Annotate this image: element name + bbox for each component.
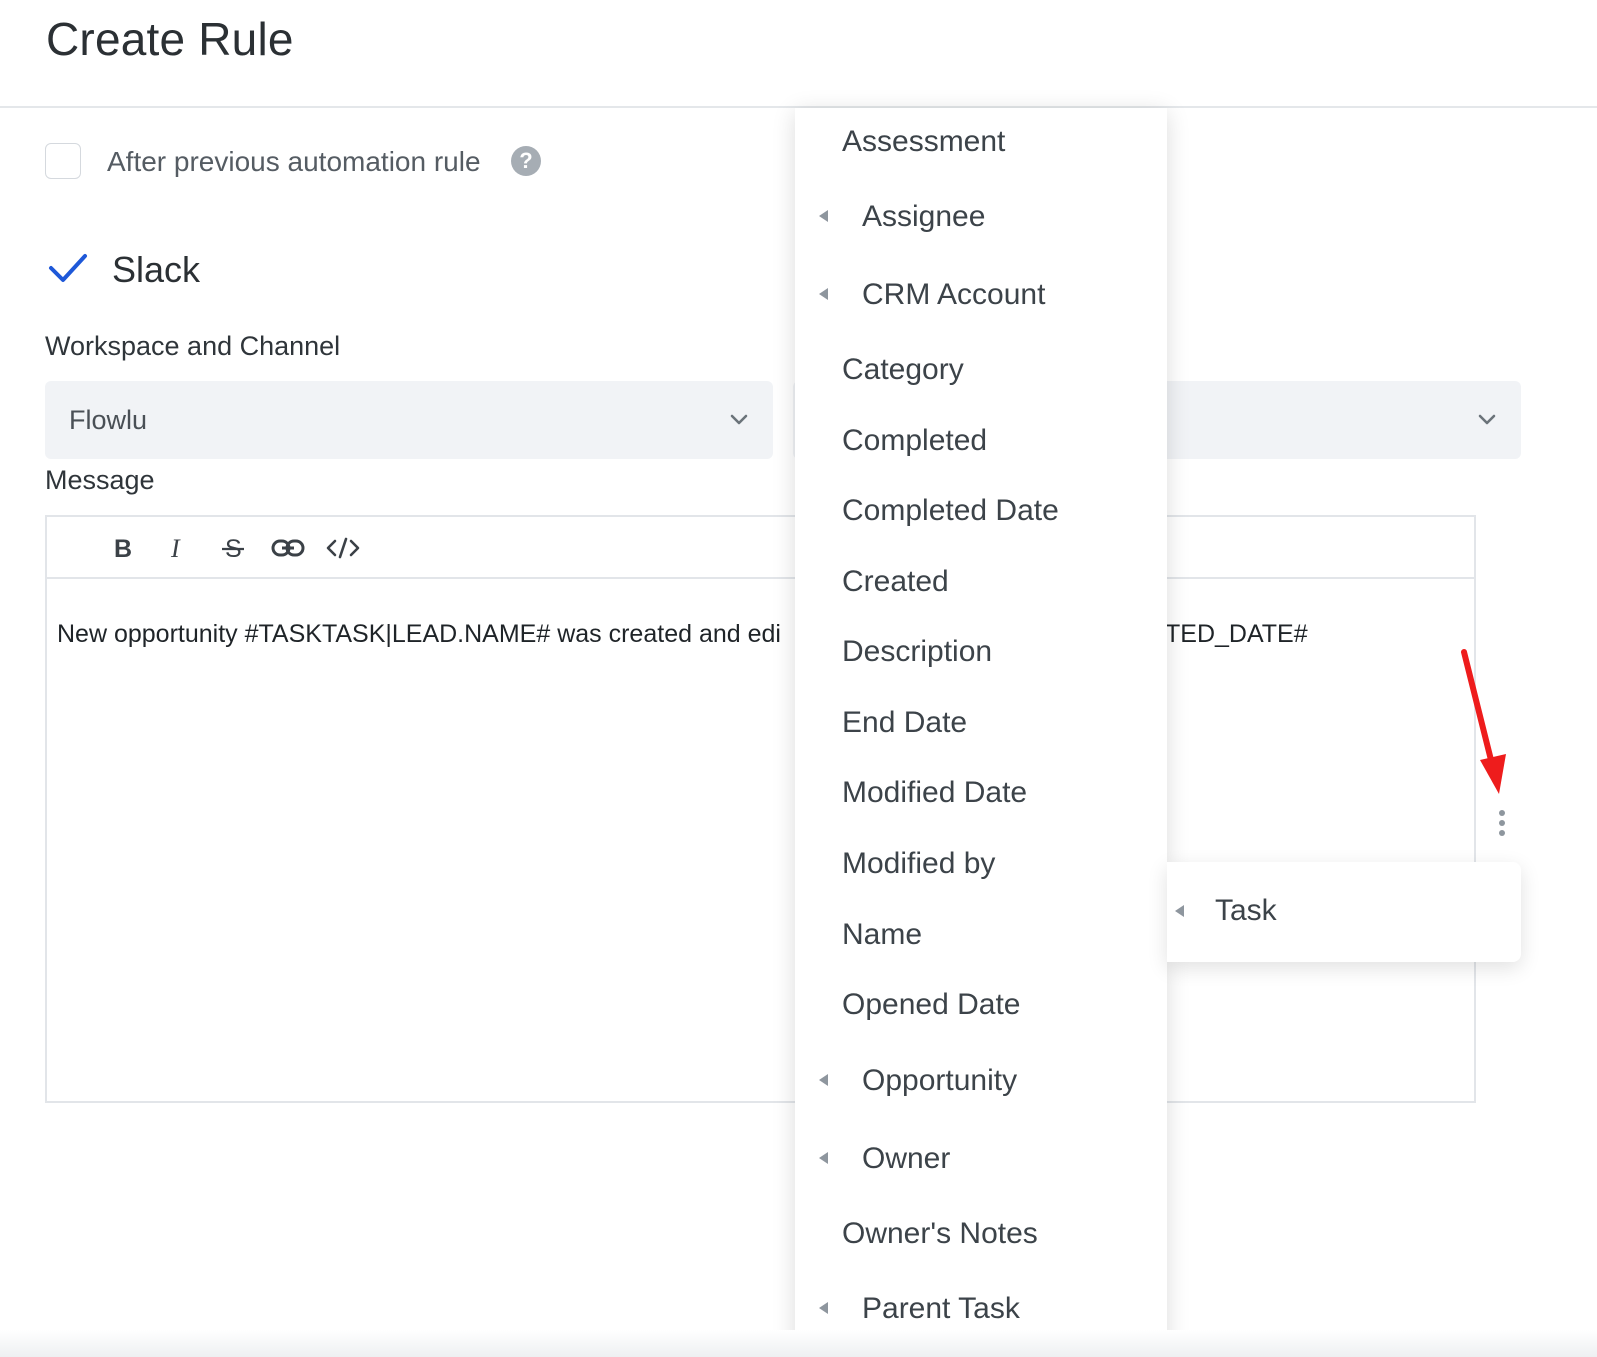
chevron-down-icon xyxy=(730,414,748,425)
workspace-channel-label: Workspace and Channel xyxy=(45,331,341,361)
message-text-visible-left: New opportunity #TASKTASK|LEAD.NAME# was… xyxy=(57,620,781,648)
italic-icon: I xyxy=(170,536,181,560)
menu-item-opportunity[interactable]: Opportunity xyxy=(795,1050,1167,1110)
menu-item-crm-account[interactable]: CRM Account xyxy=(795,264,1167,324)
strikethrough-button[interactable]: S xyxy=(215,531,251,565)
after-previous-rule-label: After previous automation rule xyxy=(107,146,481,177)
submenu-arrow-icon xyxy=(819,1152,828,1164)
strikethrough-icon: S xyxy=(222,535,244,561)
help-icon[interactable]: ? xyxy=(511,146,541,176)
menu-item-completed[interactable]: Completed xyxy=(795,410,1167,470)
submenu-arrow-icon xyxy=(819,1302,828,1314)
field-menu: Assessment Assignee CRM Account Category… xyxy=(795,108,1167,1357)
submenu-arrow-icon xyxy=(819,288,828,300)
message-label: Message xyxy=(45,465,155,495)
link-icon xyxy=(271,539,305,557)
menu-item-opened-date[interactable]: Opened Date xyxy=(795,974,1167,1034)
svg-text:B: B xyxy=(114,536,132,560)
submenu-item-task[interactable]: Task xyxy=(1215,894,1277,928)
code-button[interactable] xyxy=(325,531,361,565)
menu-item-label: Completed xyxy=(842,424,988,457)
menu-item-modified-by[interactable]: Modified by xyxy=(795,833,1167,893)
menu-item-label: Category xyxy=(842,353,964,386)
menu-item-created[interactable]: Created xyxy=(795,551,1167,611)
menu-item-completed-date[interactable]: Completed Date xyxy=(795,480,1167,540)
submenu-arrow-icon xyxy=(819,1074,828,1086)
menu-item-label: Assignee xyxy=(862,200,986,233)
more-options-icon[interactable] xyxy=(1491,808,1513,838)
menu-item-label: Parent Task xyxy=(862,1292,1020,1325)
menu-item-label: Modified Date xyxy=(842,776,1028,809)
menu-item-label: Owner's Notes xyxy=(842,1217,1038,1250)
menu-item-label: Opened Date xyxy=(842,988,1021,1021)
menu-item-description[interactable]: Description xyxy=(795,621,1167,681)
workspace-select[interactable]: Flowlu xyxy=(45,381,773,459)
code-icon xyxy=(326,537,360,559)
italic-button[interactable]: I xyxy=(160,531,196,565)
submenu-arrow-icon xyxy=(819,210,828,222)
menu-item-label: Created xyxy=(842,565,949,598)
bottom-scroll-edge xyxy=(0,1330,1597,1357)
svg-text:I: I xyxy=(170,536,181,560)
menu-item-label: Modified by xyxy=(842,847,996,880)
menu-item-assignee[interactable]: Assignee xyxy=(795,186,1167,246)
annotation-arrow-icon xyxy=(1461,649,1506,794)
workspace-select-value: Flowlu xyxy=(69,405,148,435)
menu-item-label: Opportunity xyxy=(862,1064,1018,1097)
menu-item-owner[interactable]: Owner xyxy=(795,1128,1167,1188)
bold-button[interactable]: B xyxy=(105,531,141,565)
menu-item-label: Name xyxy=(842,918,923,951)
editor-toolbar xyxy=(47,517,1474,579)
menu-item-modified-date[interactable]: Modified Date xyxy=(795,762,1167,822)
submenu-arrow-icon xyxy=(1175,905,1184,917)
menu-item-label: CRM Account xyxy=(862,278,1046,311)
menu-item-label: Description xyxy=(842,635,993,668)
action-title: Slack xyxy=(112,249,201,290)
menu-item-name[interactable]: Name xyxy=(795,904,1167,964)
menu-item-owners-notes[interactable]: Owner's Notes xyxy=(795,1203,1167,1263)
message-text-visible-right: TED_DATE# xyxy=(1165,620,1308,648)
menu-item-label: Owner xyxy=(862,1142,951,1175)
menu-item-category[interactable]: Category xyxy=(795,339,1167,399)
menu-item-label: Assessment xyxy=(842,125,1006,158)
link-button[interactable] xyxy=(270,531,306,565)
page-title: Create Rule xyxy=(46,13,294,65)
message-editor[interactable] xyxy=(45,515,1476,1103)
checkmark-icon xyxy=(49,254,87,282)
menu-item-label: End Date xyxy=(842,706,968,739)
menu-item-end-date[interactable]: End Date xyxy=(795,692,1167,752)
menu-item-assessment[interactable]: Assessment xyxy=(795,111,1167,171)
chevron-down-icon xyxy=(1478,414,1496,425)
task-submenu[interactable]: Task xyxy=(1167,862,1521,962)
bold-icon: B xyxy=(114,536,132,560)
after-previous-rule-checkbox[interactable] xyxy=(45,143,81,179)
menu-item-label: Completed Date xyxy=(842,494,1059,527)
menu-item-parent-task[interactable]: Parent Task xyxy=(795,1278,1167,1338)
